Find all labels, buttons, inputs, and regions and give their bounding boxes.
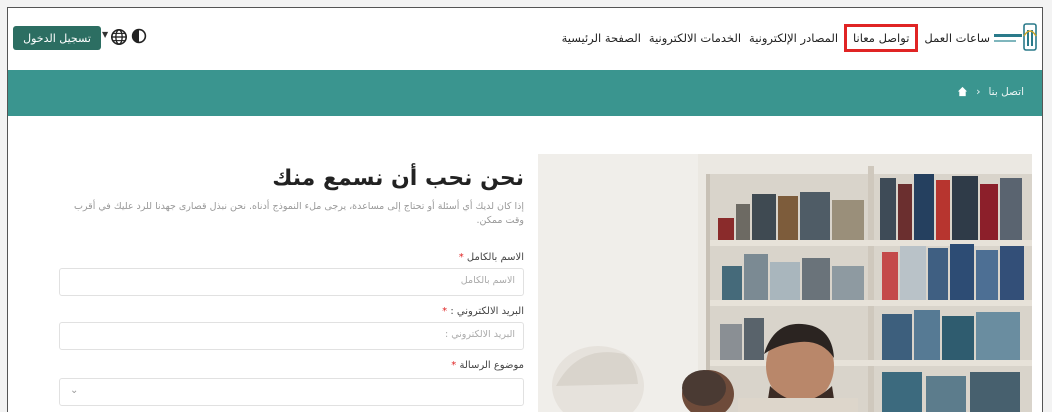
name-label: الاسم بالكامل * [458, 252, 524, 263]
name-field[interactable]: الاسم بالكامل [59, 268, 524, 296]
nav-home[interactable]: الصفحة الرئيسية [558, 31, 645, 45]
contact-form-card: نحن نحب أن نسمع منك إذا كان لديك أي أسئل… [36, 154, 536, 412]
email-placeholder: البريد الالكتروني : [445, 329, 515, 340]
chevron-down-icon: ⌄ [70, 385, 79, 396]
globe-icon[interactable] [110, 28, 128, 46]
nav-working-hours[interactable]: ساعات العمل [920, 31, 994, 45]
language-caret-icon[interactable]: ▼ [102, 30, 108, 39]
nav-eresources[interactable]: المصادر الإلكترونية [745, 31, 842, 45]
subject-select[interactable]: ⌄ [59, 378, 524, 406]
university-logo[interactable] [994, 22, 1038, 54]
library-photo [538, 154, 1032, 412]
main-menu: الصفحة الرئيسية الخدمات الالكترونية المص… [558, 24, 994, 52]
home-icon[interactable] [957, 86, 968, 97]
top-navbar: تسجيل الدخول ▼ الصفحة الرئيسية الخدمات ا… [8, 8, 1042, 70]
login-button[interactable]: تسجيل الدخول [13, 26, 101, 50]
contact-heading: نحن نحب أن نسمع منك [272, 166, 524, 191]
breadcrumb-bar: ‹ اتصل بنا [8, 70, 1042, 116]
email-field[interactable]: البريد الالكتروني : [59, 322, 524, 350]
chevron-left-icon: ‹ [976, 85, 981, 98]
login-label: تسجيل الدخول [23, 31, 91, 45]
email-label: البريد الالكتروني : * [442, 306, 524, 317]
browser-frame: تسجيل الدخول ▼ الصفحة الرئيسية الخدمات ا… [7, 7, 1043, 412]
nav-contact-us[interactable]: تواصل معانا [844, 24, 919, 52]
subject-label: موضوع الرسالة * [451, 360, 524, 371]
nav-eservices[interactable]: الخدمات الالكترونية [645, 31, 745, 45]
contrast-icon[interactable] [131, 28, 147, 44]
name-placeholder: الاسم بالكامل [460, 275, 515, 286]
breadcrumb-current[interactable]: اتصل بنا [988, 86, 1024, 98]
contact-intro: إذا كان لديك أي أسئلة أو تحتاج إلى مساعد… [73, 201, 524, 226]
breadcrumb: ‹ اتصل بنا [957, 85, 1024, 98]
